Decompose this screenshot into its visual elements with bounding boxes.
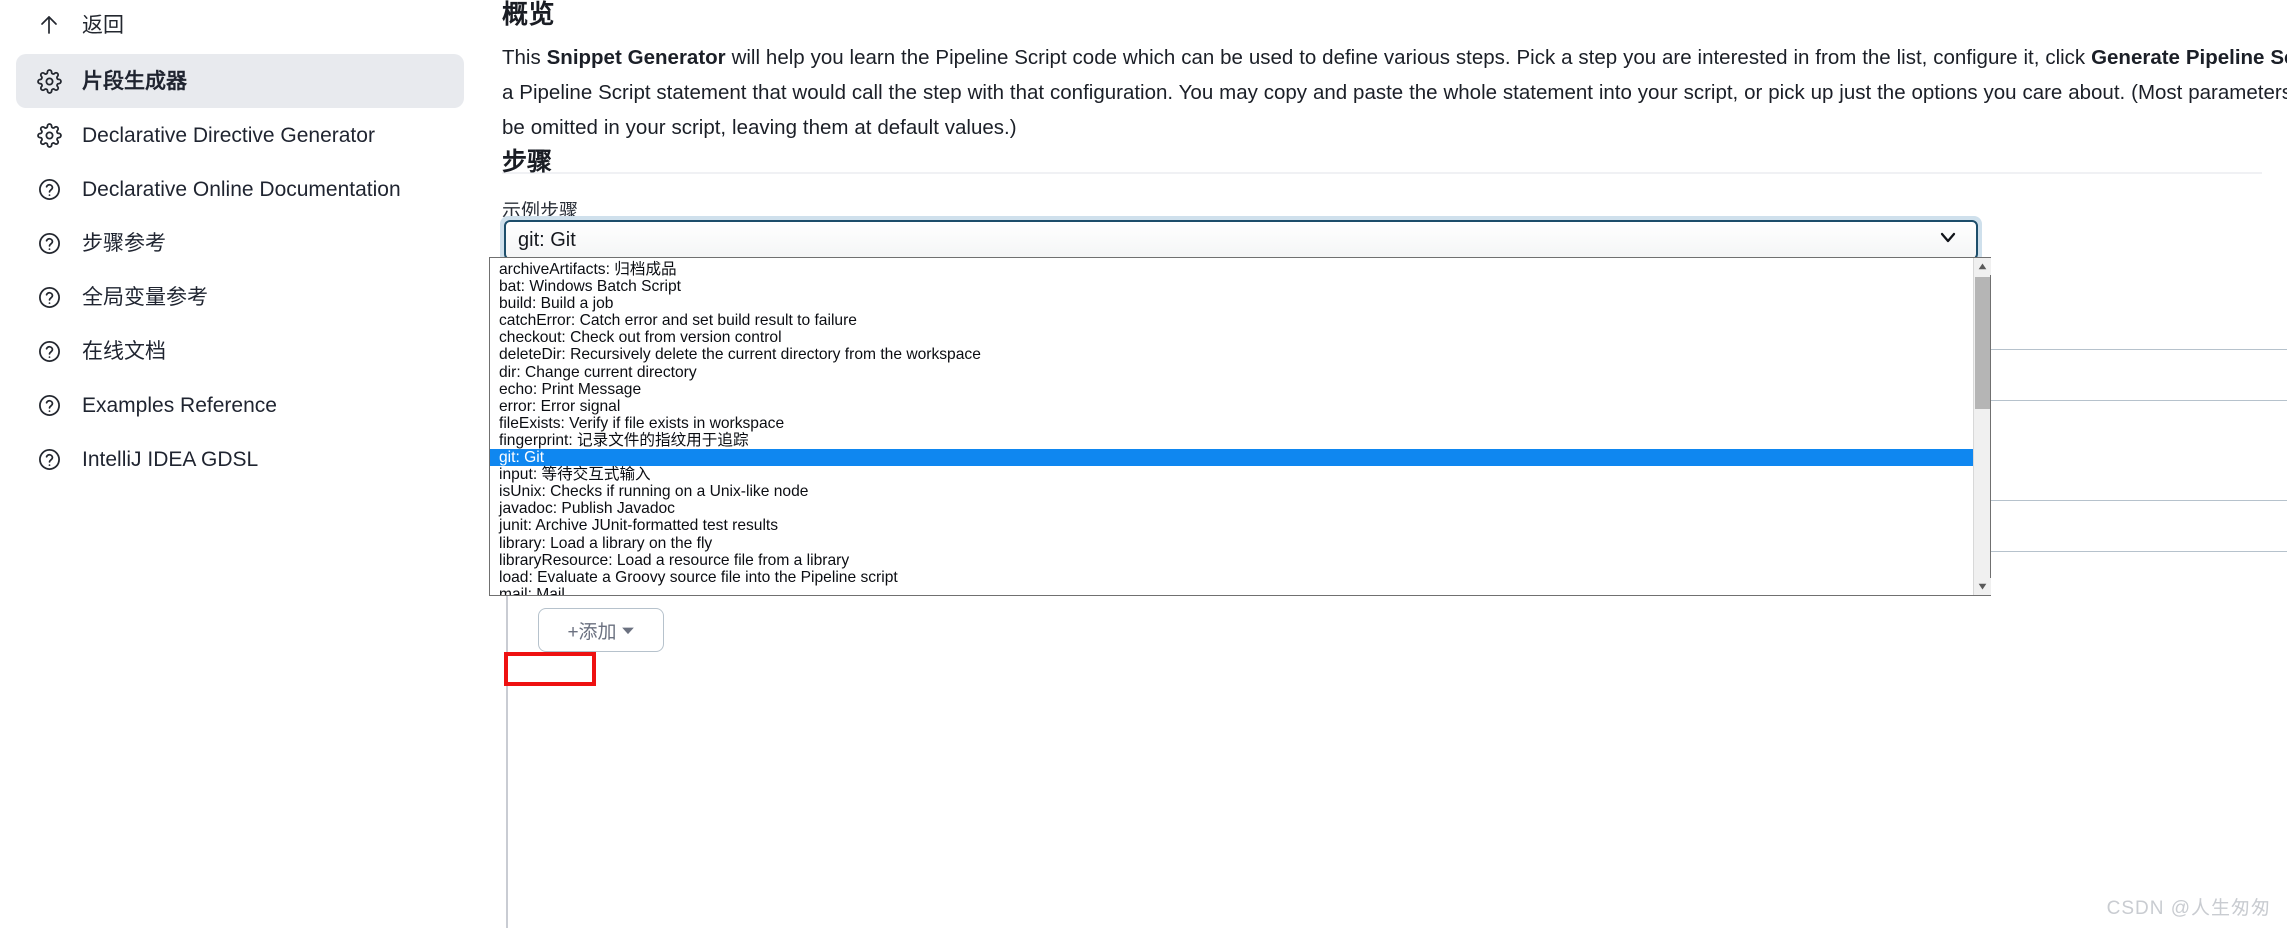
- dropdown-option[interactable]: mail: Mail: [494, 586, 1973, 595]
- sidebar-item-label: Examples Reference: [82, 393, 277, 417]
- sidebar-item-online-documentation[interactable]: 在线文档: [16, 324, 464, 378]
- question-circle-icon: [34, 390, 64, 420]
- overview-bold-generate-pipeline-script: Generate Pipeline Script: [2091, 46, 2287, 69]
- dropdown-option[interactable]: input: 等待交互式输入: [494, 466, 1973, 483]
- question-circle-icon: [34, 336, 64, 366]
- dropdown-option[interactable]: fingerprint: 记录文件的指纹用于追踪: [494, 432, 1973, 449]
- sidebar-item-label: 步骤参考: [82, 231, 166, 255]
- add-button-label: +添加: [567, 621, 617, 643]
- sidebar-item-declarative-online-documentation[interactable]: Declarative Online Documentation: [16, 162, 464, 216]
- scrollbar-thumb[interactable]: [1975, 277, 1990, 409]
- dropdown-scrollbar[interactable]: [1973, 258, 1991, 595]
- steps-heading: 步骤: [502, 148, 553, 176]
- dropdown-option[interactable]: catchError: Catch error and set build re…: [494, 312, 1973, 329]
- dropdown-option[interactable]: junit: Archive JUnit-formatted test resu…: [494, 517, 1973, 534]
- dropdown-options-container[interactable]: archiveArtifacts: 归档成品 bat: Windows Batc…: [490, 258, 1973, 595]
- sample-step-select[interactable]: git: Git: [504, 220, 1978, 260]
- dropdown-option[interactable]: archiveArtifacts: 归档成品: [494, 261, 1973, 278]
- sidebar-item-snippet-generator[interactable]: 片段生成器: [16, 54, 464, 108]
- sidebar-item-label: IntelliJ IDEA GDSL: [82, 447, 259, 471]
- sidebar-item-label: 在线文档: [82, 339, 166, 363]
- sidebar: 返回 片段生成器 Declarative Directive Generator: [0, 0, 480, 928]
- watermark: CSDN @人生匆匆: [2106, 898, 2271, 919]
- sidebar-item-examples-reference[interactable]: Examples Reference: [16, 378, 464, 432]
- overview-heading: 概览: [502, 0, 556, 29]
- sample-step-select-value: git: Git: [518, 228, 576, 251]
- sidebar-item-label: 片段生成器: [82, 69, 187, 93]
- dropdown-option[interactable]: library: Load a library on the fly: [494, 535, 1973, 552]
- dropdown-option[interactable]: dir: Change current directory: [494, 364, 1973, 381]
- main-content: 概览 This Snippet Generator will help you …: [480, 0, 2287, 928]
- question-circle-icon: [34, 444, 64, 474]
- question-circle-icon: [34, 282, 64, 312]
- sidebar-item-intellij-idea-gdsl[interactable]: IntelliJ IDEA GDSL: [16, 432, 464, 486]
- caret-down-icon: [621, 627, 634, 635]
- gear-icon: [34, 120, 64, 150]
- question-circle-icon: [34, 174, 64, 204]
- question-circle-icon: [34, 228, 64, 258]
- form-group-vertical-rule: [506, 588, 508, 928]
- sidebar-item-step-reference[interactable]: 步骤参考: [16, 216, 464, 270]
- triangle-down-icon[interactable]: [1974, 578, 1991, 595]
- sidebar-item-label: 全局变量参考: [82, 285, 208, 309]
- page-root: 返回 片段生成器 Declarative Directive Generator: [0, 0, 2287, 928]
- sidebar-item-declarative-directive-generator[interactable]: Declarative Directive Generator: [16, 108, 464, 162]
- overview-paragraph: This Snippet Generator will help you lea…: [502, 40, 2287, 145]
- dropdown-option[interactable]: build: Build a job: [494, 295, 1973, 312]
- sidebar-item-label: Declarative Directive Generator: [82, 123, 375, 147]
- gear-icon: [34, 66, 64, 96]
- sidebar-back-button[interactable]: 返回: [16, 2, 464, 48]
- dropdown-option[interactable]: javadoc: Publish Javadoc: [494, 500, 1973, 517]
- overview-text-pre: This: [502, 46, 547, 69]
- sample-step-dropdown-list[interactable]: archiveArtifacts: 归档成品 bat: Windows Batc…: [489, 257, 1991, 596]
- add-button[interactable]: +添加: [538, 608, 664, 652]
- dropdown-option[interactable]: load: Evaluate a Groovy source file into…: [494, 569, 1973, 586]
- sidebar-item-label: Declarative Online Documentation: [82, 177, 401, 201]
- section-divider: [502, 172, 2262, 174]
- dropdown-option[interactable]: fileExists: Verify if file exists in wor…: [494, 415, 1973, 432]
- dropdown-option[interactable]: checkout: Check out from version control: [494, 329, 1973, 346]
- dropdown-option[interactable]: bat: Windows Batch Script: [494, 278, 1973, 295]
- dropdown-option-selected[interactable]: git: Git: [490, 449, 1973, 467]
- chevron-down-icon[interactable]: [1936, 225, 1960, 255]
- arrow-up-icon: [34, 10, 64, 40]
- sidebar-item-global-variable-reference[interactable]: 全局变量参考: [16, 270, 464, 324]
- overview-bold-snippet-generator: Snippet Generator: [546, 46, 726, 69]
- dropdown-option[interactable]: deleteDir: Recursively delete the curren…: [494, 346, 1973, 363]
- sidebar-back-label: 返回: [82, 13, 124, 37]
- overview-text-mid: will help you learn the Pipeline Script …: [725, 46, 2092, 69]
- dropdown-option[interactable]: echo: Print Message: [494, 381, 1973, 398]
- dropdown-option[interactable]: isUnix: Checks if running on a Unix-like…: [494, 483, 1973, 500]
- dropdown-option[interactable]: error: Error signal: [494, 398, 1973, 415]
- dropdown-option[interactable]: libraryResource: Load a resource file fr…: [494, 552, 1973, 569]
- triangle-up-icon[interactable]: [1974, 258, 1991, 275]
